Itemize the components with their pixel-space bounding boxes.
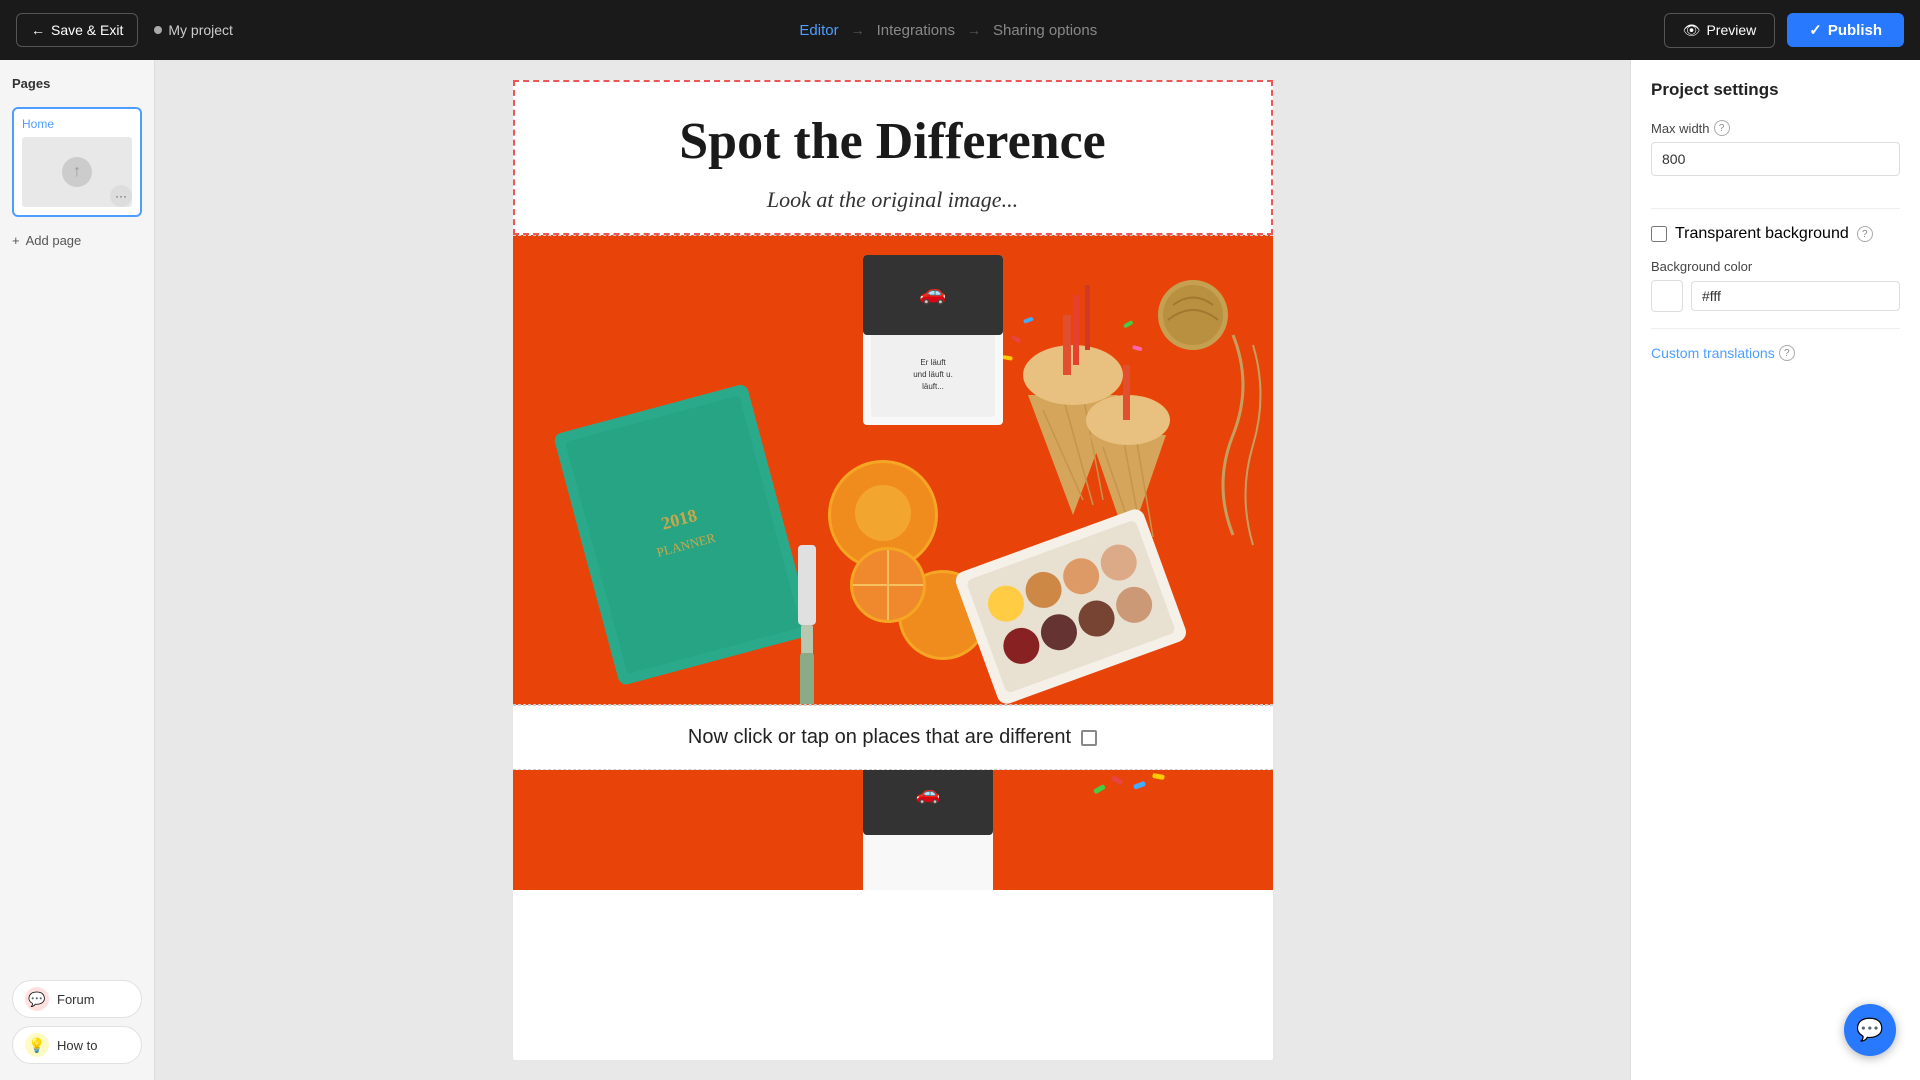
transparent-bg-checkbox[interactable] (1651, 226, 1667, 242)
settings-divider-1 (1651, 208, 1900, 209)
add-page-button[interactable]: + Add page (12, 229, 142, 252)
settings-divider-2 (1651, 328, 1900, 329)
settings-title: Project settings (1651, 80, 1900, 100)
bg-color-label: Background color (1651, 259, 1900, 274)
howto-button[interactable]: 💡 How to (12, 1026, 142, 1064)
project-name: My project (154, 22, 233, 38)
check-icon: ✓ (1809, 21, 1822, 39)
nav-right: 👁 Preview ✓ Publish (1664, 13, 1904, 48)
nav-step-sharing[interactable]: Sharing options (993, 22, 1097, 39)
chat-icon: 💬 (1856, 1017, 1883, 1043)
settings-sidebar: Project settings Max width ? Transparent… (1630, 60, 1920, 1080)
spot-subtitle: Look at the original image... (535, 187, 1251, 213)
nav-center: Editor → Integrations → Sharing options (233, 22, 1664, 39)
page-options-button[interactable]: ··· (110, 185, 132, 207)
svg-text:Er läuft: Er läuft (920, 358, 946, 367)
nav-step-editor[interactable]: Editor (799, 22, 838, 39)
nav-step-integrations[interactable]: Integrations (877, 22, 955, 39)
svg-text:läuft...: läuft... (922, 382, 944, 391)
save-exit-button[interactable]: ← Save & Exit (16, 13, 138, 47)
bg-color-row (1651, 280, 1900, 312)
bg-color-swatch[interactable] (1651, 280, 1683, 312)
custom-translations-info-icon[interactable]: ? (1779, 345, 1795, 361)
project-dot (154, 26, 162, 34)
nav-left: ← Save & Exit My project (16, 13, 233, 47)
title-block[interactable]: Spot the Difference Look at the original… (513, 80, 1273, 235)
second-image: 🚗 (513, 770, 1273, 890)
canvas-content: Spot the Difference Look at the original… (513, 80, 1273, 1060)
lightbulb-icon: 💡 (25, 1033, 49, 1057)
svg-text:🚗: 🚗 (915, 783, 940, 805)
main-content: Pages Home ↑ ··· + Add page 💬 Forum 💡 (0, 60, 1920, 1080)
second-image-block[interactable]: 🚗 (513, 770, 1273, 890)
transparent-bg-label: Transparent background (1675, 225, 1849, 243)
click-checkbox (1081, 730, 1097, 746)
svg-text:🚗: 🚗 (919, 280, 946, 305)
pages-title: Pages (12, 76, 142, 91)
click-instruction-text: Now click or tap on places that are diff… (688, 726, 1071, 749)
nav-arrow-1: → (851, 22, 865, 38)
page-thumb-icon: ↑ (62, 157, 92, 187)
preview-button[interactable]: 👁 Preview (1664, 13, 1776, 48)
chat-bubble-button[interactable]: 💬 (1844, 1004, 1896, 1056)
plus-icon: + (12, 233, 20, 248)
transparent-bg-row: Transparent background ? (1651, 225, 1900, 243)
upload-icon: ↑ (73, 163, 81, 181)
canvas-area[interactable]: Spot the Difference Look at the original… (155, 60, 1630, 1080)
page-thumbnail-home[interactable]: Home ↑ ··· (12, 107, 142, 217)
transparent-bg-info-icon[interactable]: ? (1857, 226, 1873, 242)
spot-title: Spot the Difference (535, 112, 1251, 171)
more-dots-icon: ··· (115, 189, 127, 203)
svg-text:und läuft u.: und läuft u. (913, 370, 953, 379)
main-image-block[interactable]: 2018 PLANNER (513, 235, 1273, 705)
save-exit-label: Save & Exit (51, 22, 123, 38)
forum-icon: 💬 (25, 987, 49, 1011)
nav-arrow-2: → (967, 22, 981, 38)
eye-icon: 👁 (1683, 22, 1701, 39)
spot-difference-image: 2018 PLANNER (513, 236, 1273, 704)
page-label-home: Home (22, 117, 132, 131)
pages-sidebar: Pages Home ↑ ··· + Add page 💬 Forum 💡 (0, 60, 155, 1080)
click-instruction-block: Now click or tap on places that are diff… (513, 705, 1273, 770)
max-width-input[interactable] (1651, 142, 1900, 176)
custom-translations-link[interactable]: Custom translations ? (1651, 345, 1900, 361)
max-width-label: Max width ? (1651, 120, 1900, 136)
bottom-tools: 💬 Forum 💡 How to (12, 980, 142, 1064)
publish-button[interactable]: ✓ Publish (1787, 13, 1904, 47)
bg-color-input[interactable] (1691, 281, 1900, 311)
forum-button[interactable]: 💬 Forum (12, 980, 142, 1018)
max-width-info-icon[interactable]: ? (1714, 120, 1730, 136)
top-nav: ← Save & Exit My project Editor → Integr… (0, 0, 1920, 60)
back-arrow-icon: ← (31, 22, 45, 38)
